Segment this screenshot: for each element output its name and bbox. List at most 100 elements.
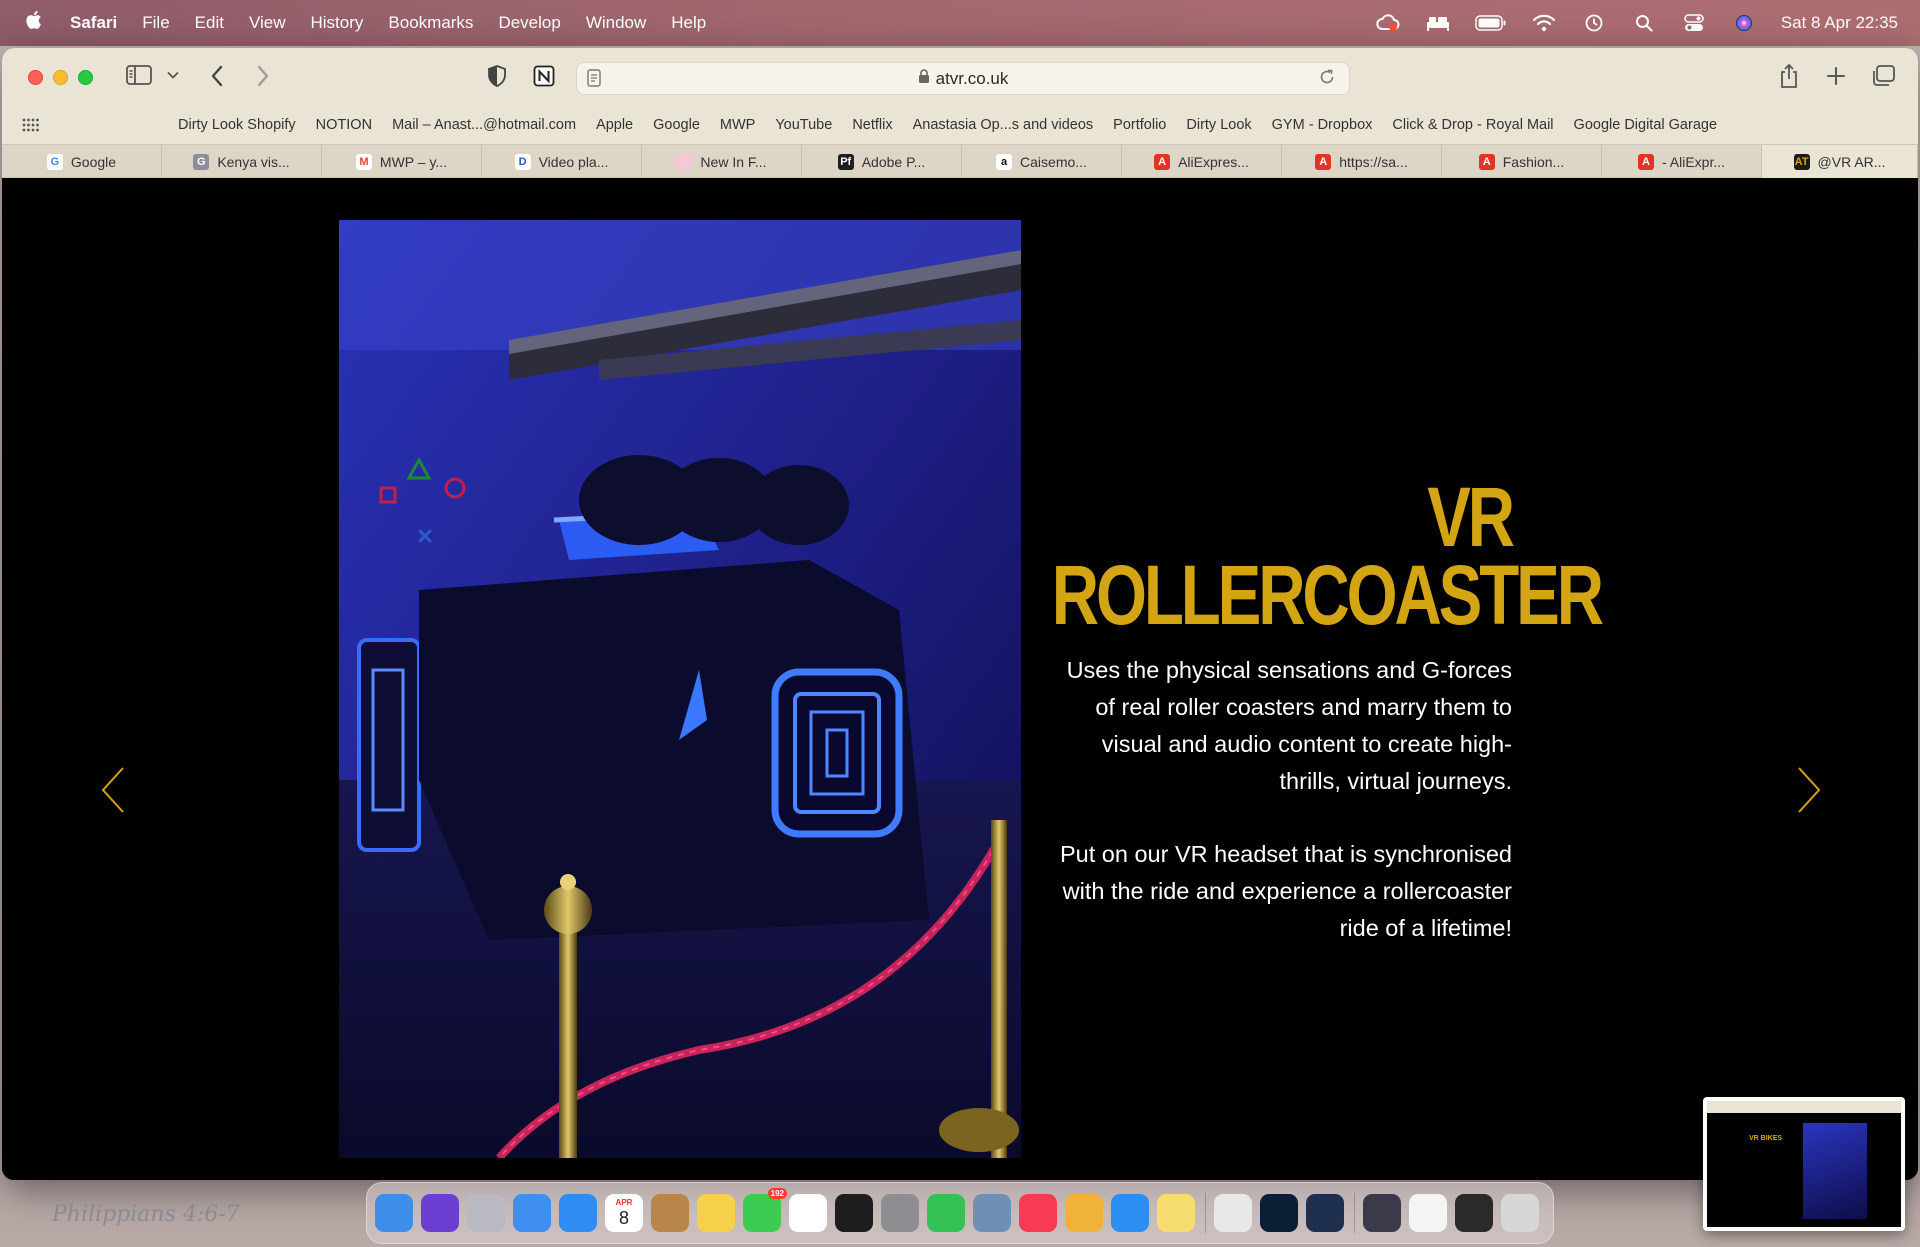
dock-separator	[1205, 1193, 1206, 1233]
apple-menu-icon[interactable]	[24, 10, 48, 36]
thumbnail-preview: VR BIKES	[1707, 1101, 1901, 1227]
favorite-link[interactable]: Click & Drop - Royal Mail	[1392, 117, 1553, 133]
menu-history[interactable]: History	[311, 13, 364, 33]
browser-tab[interactable]: Ahttps://sa...	[1282, 145, 1442, 178]
messages-badge: 192	[767, 1188, 787, 1199]
browser-tab[interactable]: A AliExpres...	[1122, 145, 1282, 178]
menu-edit[interactable]: Edit	[195, 13, 224, 33]
menu-help[interactable]: Help	[671, 13, 706, 33]
trash-icon[interactable]	[1501, 1194, 1539, 1232]
favorite-link[interactable]: Google Digital Garage	[1574, 117, 1717, 133]
siri-icon[interactable]	[421, 1194, 459, 1232]
menu-file[interactable]: File	[142, 13, 169, 33]
slider-next-arrow-icon[interactable]	[1796, 766, 1822, 814]
screenshot-thumbnail[interactable]: VR BIKES	[1703, 1097, 1905, 1231]
creative-cloud-icon[interactable]	[1375, 13, 1401, 33]
browser-tab[interactable]: AT @VR AR...	[1762, 145, 1918, 178]
tab-favicon-icon: G	[193, 153, 210, 170]
favorite-link[interactable]: Google	[653, 117, 700, 133]
zoom-window-button[interactable]	[78, 69, 93, 85]
launchpad-icon[interactable]	[467, 1194, 505, 1232]
siri-icon[interactable]	[1731, 13, 1757, 33]
music-icon[interactable]	[1019, 1194, 1057, 1232]
photoshop-icon[interactable]	[1260, 1194, 1298, 1232]
tab-overview-icon[interactable]	[1870, 64, 1896, 88]
wifi-icon[interactable]	[1531, 13, 1557, 33]
messages-icon[interactable]: 192	[743, 1188, 787, 1232]
favorite-link[interactable]: Mail – Anast...@hotmail.com	[392, 117, 576, 133]
browser-tab[interactable]: D Video pla...	[482, 145, 642, 178]
new-tab-icon[interactable]	[1824, 62, 1848, 90]
favorite-link[interactable]: Netflix	[852, 117, 892, 133]
bed-icon[interactable]	[1425, 13, 1451, 33]
menu-develop[interactable]: Develop	[498, 13, 560, 33]
dock: APR 8 192	[366, 1182, 1554, 1244]
slider-prev-arrow-icon[interactable]	[100, 766, 126, 814]
sidebar-toggle-icon[interactable]	[126, 64, 152, 86]
reminders-icon[interactable]	[789, 1194, 827, 1232]
control-center-icon[interactable]	[1681, 13, 1707, 33]
thumbnail-title: VR BIKES	[1749, 1135, 1783, 1142]
calendar-icon[interactable]: APR 8	[605, 1194, 643, 1232]
menu-app-name[interactable]: Safari	[70, 13, 117, 33]
safari-icon[interactable]	[559, 1194, 597, 1232]
address-bar[interactable]: atvr.co.uk	[576, 62, 1350, 95]
favorite-link[interactable]: Portfolio	[1113, 117, 1166, 133]
favorite-link[interactable]: MWP	[720, 117, 755, 133]
minimized-window-1[interactable]	[1363, 1194, 1401, 1232]
tab-label: New In F...	[700, 153, 767, 170]
stickies-icon[interactable]	[1157, 1194, 1195, 1232]
browser-tab[interactable]: G Kenya vis...	[162, 145, 322, 178]
chrome-icon[interactable]	[1214, 1194, 1252, 1232]
back-button[interactable]	[206, 62, 228, 90]
reader-view-icon[interactable]	[587, 69, 605, 89]
battery-icon[interactable]	[1475, 13, 1507, 33]
minimized-window-3[interactable]	[1455, 1194, 1493, 1232]
minimized-window-2[interactable]	[1409, 1194, 1447, 1232]
spotlight-icon[interactable]	[1631, 13, 1657, 33]
notion-extension-icon[interactable]	[532, 63, 556, 89]
favorite-link[interactable]: Apple	[596, 117, 633, 133]
tab-label: Kenya vis...	[217, 153, 290, 170]
time-machine-icon[interactable]	[1581, 13, 1607, 33]
browser-tab[interactable]: New In F...	[642, 145, 802, 178]
browser-tab[interactable]: A Fashion...	[1442, 145, 1602, 178]
browser-tab[interactable]: M MWP – y...	[322, 145, 482, 178]
photos-icon[interactable]	[1065, 1194, 1103, 1232]
favorite-link[interactable]: Dirty Look Shopify	[178, 117, 296, 133]
reload-icon[interactable]	[1319, 69, 1337, 89]
menu-window[interactable]: Window	[586, 13, 646, 33]
favorite-link[interactable]: Anastasia Op...s and videos	[913, 117, 1094, 133]
share-icon[interactable]	[1778, 62, 1800, 90]
quicktime-icon[interactable]	[1306, 1194, 1344, 1232]
tidal-icon[interactable]	[835, 1194, 873, 1232]
favorite-link[interactable]: YouTube	[775, 117, 832, 133]
app-store-icon[interactable]	[1111, 1194, 1149, 1232]
grid-icon[interactable]	[22, 118, 40, 132]
privacy-shield-icon[interactable]	[486, 64, 508, 88]
finder-icon[interactable]	[375, 1194, 413, 1232]
system-settings-icon[interactable]	[881, 1194, 919, 1232]
favorite-link[interactable]: NOTION	[316, 117, 372, 133]
favorite-link[interactable]: GYM - Dropbox	[1272, 117, 1373, 133]
browser-tab[interactable]: G Google	[2, 145, 162, 178]
description-paragraph-1: Uses the physical sensations and G-force…	[1066, 657, 1512, 794]
facetime-icon[interactable]	[927, 1194, 965, 1232]
menu-bookmarks[interactable]: Bookmarks	[388, 13, 473, 33]
browser-tab[interactable]: Pf Adobe P...	[802, 145, 962, 178]
favorite-link[interactable]: Dirty Look	[1186, 117, 1251, 133]
browser-tab[interactable]: a Caisemo...	[962, 145, 1122, 178]
preview-icon[interactable]	[973, 1194, 1011, 1232]
chevron-down-icon[interactable]	[166, 66, 180, 84]
contacts-icon[interactable]	[651, 1194, 689, 1232]
notes-icon[interactable]	[697, 1194, 735, 1232]
menu-bar-clock[interactable]: Sat 8 Apr 22:35	[1781, 13, 1898, 33]
forward-button[interactable]	[252, 62, 274, 90]
browser-toolbar: atvr.co.uk	[2, 48, 1918, 106]
browser-tab[interactable]: A - AliExpr...	[1602, 145, 1762, 178]
mail-icon[interactable]	[513, 1194, 551, 1232]
menu-view[interactable]: View	[249, 13, 286, 33]
close-window-button[interactable]	[28, 69, 43, 85]
minimize-window-button[interactable]	[53, 69, 68, 85]
tab-favicon-icon: A	[1637, 153, 1654, 170]
